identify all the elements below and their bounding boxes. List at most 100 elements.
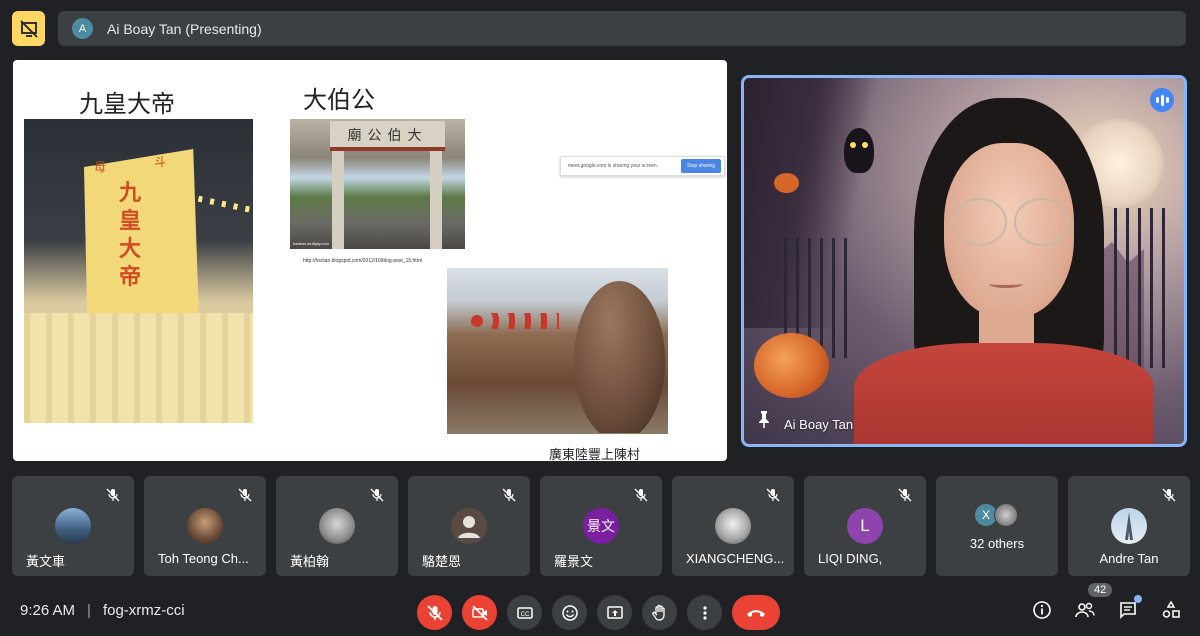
more-vert-icon xyxy=(702,605,707,620)
participant-strip: 黃文車 Toh Teong Ch... 黃柏翰 駱楚恩 景文 羅景文 XIANG… xyxy=(12,476,1190,576)
mic-off-icon xyxy=(1162,488,1176,502)
raise-hand-button[interactable] xyxy=(642,595,677,630)
speaking-indicator-icon xyxy=(1150,88,1174,112)
people-icon xyxy=(1075,602,1095,618)
meeting-details-button[interactable] xyxy=(1030,598,1054,622)
people-button[interactable] xyxy=(1073,598,1097,622)
presenter-bar: A Ai Boay Tan (Presenting) xyxy=(58,11,1186,46)
avatar: L xyxy=(847,508,883,544)
temple-photo: 廟公伯大 hacitan.multiply.com xyxy=(290,119,465,249)
pin-icon[interactable] xyxy=(754,409,774,434)
glasses xyxy=(1014,198,1069,246)
pumpkin xyxy=(774,173,799,193)
presenter-avatar: A xyxy=(72,18,93,39)
sail-text-left: 母 xyxy=(94,160,107,174)
leave-call-button[interactable] xyxy=(732,595,780,630)
activities-button[interactable] xyxy=(1159,598,1183,622)
hand-icon xyxy=(651,604,665,621)
others-avatars: X xyxy=(974,503,1018,527)
participant-name: 黃文車 xyxy=(26,554,66,569)
participant-name: 駱楚恩 xyxy=(422,554,462,569)
sail-text-main: 九皇大帝 xyxy=(119,180,142,290)
present-screen-icon xyxy=(606,605,623,619)
activities-icon xyxy=(1162,600,1180,618)
participant-tile[interactable]: Andre Tan xyxy=(1068,476,1190,576)
speaker-name: Ai Boay Tan xyxy=(784,417,854,432)
mouth xyxy=(989,280,1023,288)
mic-off-icon xyxy=(766,488,780,502)
captions-button[interactable]: CC xyxy=(507,595,542,630)
avatar xyxy=(451,508,487,544)
captions-icon: CC xyxy=(516,606,533,619)
gourd-stone xyxy=(573,281,666,433)
slide-title-left: 九皇大帝 xyxy=(79,90,175,118)
avatar: 景文 xyxy=(583,508,619,544)
sail-text-right: 斗 xyxy=(154,155,167,169)
stop-sharing-button[interactable]: Stop sharing xyxy=(680,159,721,173)
village-photo xyxy=(447,268,668,434)
participant-tile[interactable]: 駱楚恩 xyxy=(408,476,530,576)
info-icon xyxy=(1033,601,1051,619)
gate-pillar xyxy=(430,149,442,249)
slide-title-right: 大伯公 xyxy=(303,86,375,114)
emoji-icon xyxy=(561,604,578,621)
participant-name: LIQI DING, xyxy=(818,551,883,566)
clock-time: 9:26 AM xyxy=(20,602,76,619)
participant-tile[interactable]: 景文 羅景文 xyxy=(540,476,662,576)
speaker xyxy=(854,98,1154,444)
participant-tile[interactable]: Toh Teong Ch... xyxy=(144,476,266,576)
presentation-icon[interactable] xyxy=(12,11,45,46)
mic-off-icon xyxy=(426,604,443,621)
reactions-button[interactable] xyxy=(552,595,587,630)
hang-up-icon xyxy=(747,609,765,617)
separator: | xyxy=(87,602,91,619)
mic-toggle-button[interactable] xyxy=(417,595,452,630)
share-notice-text: meet.google.com is sharing your screen. xyxy=(568,163,659,169)
avatar xyxy=(187,508,223,544)
mic-off-icon xyxy=(106,488,120,502)
gate-pillar xyxy=(332,149,344,249)
mic-off-icon xyxy=(502,488,516,502)
avatar xyxy=(715,508,751,544)
presenter-label: Ai Boay Tan (Presenting) xyxy=(107,20,262,37)
sail-photo: 母 斗 九皇大帝 xyxy=(24,119,253,423)
call-controls: CC xyxy=(417,595,780,630)
present-button[interactable] xyxy=(597,595,632,630)
mic-off-icon xyxy=(370,488,384,502)
others-tile[interactable]: X 32 others xyxy=(936,476,1058,576)
participant-name: Andre Tan xyxy=(1099,551,1159,566)
source-url: http://hsctan.blogspot.com/2012/10/blog-… xyxy=(303,258,422,264)
more-options-button[interactable] xyxy=(687,595,722,630)
camera-off-icon xyxy=(471,604,488,621)
chat-icon xyxy=(1120,602,1136,619)
shirt xyxy=(854,343,1154,444)
participant-tile[interactable]: XIANGCHENG... xyxy=(672,476,794,576)
village-caption: 廣東陸豐上陳村 xyxy=(549,448,641,461)
svg-text:CC: CC xyxy=(520,612,529,618)
participant-tile[interactable]: 黃柏翰 xyxy=(276,476,398,576)
mic-off-icon xyxy=(238,488,252,502)
meeting-code[interactable]: fog-xrmz-cci xyxy=(103,602,185,619)
avatar xyxy=(994,503,1018,527)
screen-share-notice: meet.google.com is sharing your screen. … xyxy=(560,156,725,176)
pumpkin xyxy=(754,333,829,398)
mic-off-icon xyxy=(634,488,648,502)
camera-toggle-button[interactable] xyxy=(462,595,497,630)
participant-name: XIANGCHENG... xyxy=(686,551,785,566)
glasses xyxy=(952,198,1007,246)
participant-tile[interactable]: L LIQI DING, xyxy=(804,476,926,576)
participant-tile[interactable]: 黃文車 xyxy=(12,476,134,576)
main-video-tile[interactable]: Ai Boay Tan xyxy=(741,75,1187,447)
mic-off-icon xyxy=(898,488,912,502)
side-panel-buttons xyxy=(1030,595,1183,622)
unread-indicator xyxy=(1134,595,1142,603)
eiffel-tower-icon xyxy=(1125,512,1133,540)
participant-name: 羅景文 xyxy=(554,554,594,569)
shared-slide: 九皇大帝 大伯公 母 斗 九皇大帝 廟公伯大 hacitan.multiply.… xyxy=(13,60,727,461)
chat-button[interactable] xyxy=(1116,595,1142,622)
avatar xyxy=(319,508,355,544)
meeting-info: 9:26 AM | fog-xrmz-cci xyxy=(20,602,185,619)
boat-deck xyxy=(24,313,253,423)
participant-count-badge: 42 xyxy=(1088,583,1113,597)
photo-credit: hacitan.multiply.com xyxy=(293,241,329,246)
